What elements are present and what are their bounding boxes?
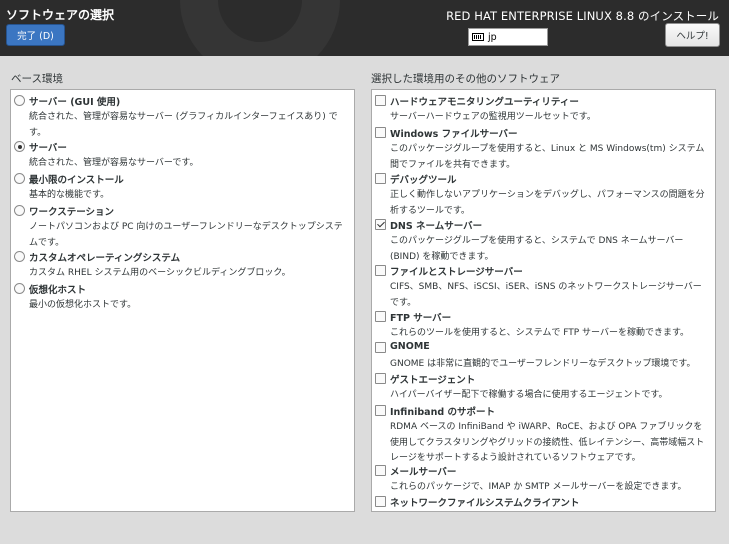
background-swirl: [180, 0, 340, 56]
checkbox[interactable]: [375, 95, 386, 106]
item-name: DNS ネームサーバー: [390, 221, 483, 232]
checkbox[interactable]: [375, 265, 386, 276]
radio-button[interactable]: [14, 95, 25, 106]
radio-button[interactable]: [14, 205, 25, 216]
checkbox[interactable]: [375, 127, 386, 138]
item-description: CIFS、SMB、NFS、iSCSI、iSER、iSNS のネットワークストレー…: [390, 282, 702, 308]
item-description: 最小の仮想化ホストです。: [29, 300, 137, 310]
item-name: Windows ファイルサーバー: [390, 129, 518, 140]
header-bar: ソフトウェアの選択 完了 (D) RED HAT ENTERPRISE LINU…: [0, 0, 729, 56]
keyboard-layout-label: jp: [488, 31, 497, 43]
item-description: このパッケージグループを使用すると、Linux と MS Windows(tm)…: [390, 144, 705, 170]
item-name: Infiniband のサポート: [390, 407, 495, 418]
item-name: デバッグツール: [390, 175, 457, 186]
item-description: RDMA ベースの InfiniBand や iWARP、RoCE、および OP…: [390, 422, 705, 463]
radio-button[interactable]: [14, 141, 25, 152]
keyboard-layout-indicator[interactable]: jp: [468, 28, 548, 46]
item-description: これらのツールを使用すると、システムで FTP サーバーを稼動できます。: [390, 328, 690, 338]
checkbox[interactable]: [375, 373, 386, 384]
item-description: カスタム RHEL システム用のベーシックビルディングブロック。: [29, 268, 291, 278]
addons-list[interactable]: ハードウェアモニタリングユーティリティー サーバーハードウェアの監視用ツールセッ…: [371, 89, 716, 512]
checkbox[interactable]: [375, 342, 386, 353]
item-name: メールサーバー: [390, 467, 457, 478]
item-description: ハイパーバイザー配下で稼働する場合に使用するエージェントです。: [390, 390, 668, 400]
item-name: ワークステーション: [29, 207, 115, 218]
item-description: 統合された、管理が容易なサーバーです。: [29, 158, 199, 168]
item-name: カスタムオペレーティングシステム: [29, 253, 181, 264]
item-description: 基本的な機能です。: [29, 190, 110, 200]
item-name: ゲストエージェント: [390, 375, 476, 386]
checkbox[interactable]: [375, 173, 386, 184]
product-title: RED HAT ENTERPRISE LINUX 8.8 のインストール: [446, 9, 719, 23]
checkbox[interactable]: [375, 311, 386, 322]
radio-button[interactable]: [14, 173, 25, 184]
item-description: サーバーハードウェアの監視用ツールセットです。: [390, 112, 596, 122]
item-name: 仮想化ホスト: [29, 285, 87, 296]
item-description: このパッケージグループを使用すると、システムで DNS ネームサーバー (BIN…: [390, 236, 684, 262]
page-title: ソフトウェアの選択: [6, 8, 115, 22]
item-description: GNOME は非常に直観的でユーザーフレンドリーなデスクトップ環境です。: [390, 359, 696, 369]
help-button[interactable]: ヘルプ!: [665, 23, 720, 47]
item-name: サーバー: [29, 143, 67, 154]
base-environment-list: サーバー (GUI 使用) 統合された、管理が容易なサーバー (グラフィカルイン…: [10, 89, 355, 512]
base-environment-title: ベース環境: [11, 73, 63, 85]
item-description: ノートパソコンおよび PC 向けのユーザーフレンドリーなデスクトップシステムです…: [29, 222, 343, 248]
checkbox[interactable]: [375, 465, 386, 476]
checkbox[interactable]: [375, 405, 386, 416]
keyboard-icon: [472, 33, 484, 41]
addons-title: 選択した環境用のその他のソフトウェア: [371, 73, 560, 85]
item-description: 正しく動作しないアプリケーションをデバッグし、パフォーマンスの問題を分析するツー…: [390, 190, 705, 216]
item-name: ファイルとストレージサーバー: [390, 267, 523, 278]
item-name: 最小限のインストール: [29, 175, 124, 186]
item-name: FTP サーバー: [390, 313, 452, 324]
checkbox[interactable]: [375, 219, 386, 230]
item-name: ハードウェアモニタリングユーティリティー: [390, 97, 579, 108]
item-name: サーバー (GUI 使用): [29, 97, 121, 108]
item-name: ネットワークファイルシステムクライアント: [390, 498, 580, 509]
radio-button[interactable]: [14, 251, 25, 262]
item-name: GNOME: [390, 341, 430, 352]
checkbox[interactable]: [375, 496, 386, 507]
item-description: 統合された、管理が容易なサーバー (グラフィカルインターフェイスあり) です。: [29, 112, 338, 138]
done-button[interactable]: 完了 (D): [6, 24, 65, 46]
radio-button[interactable]: [14, 283, 25, 294]
item-description: これらのパッケージで、IMAP か SMTP メールサーバーを設定できます。: [390, 482, 687, 492]
